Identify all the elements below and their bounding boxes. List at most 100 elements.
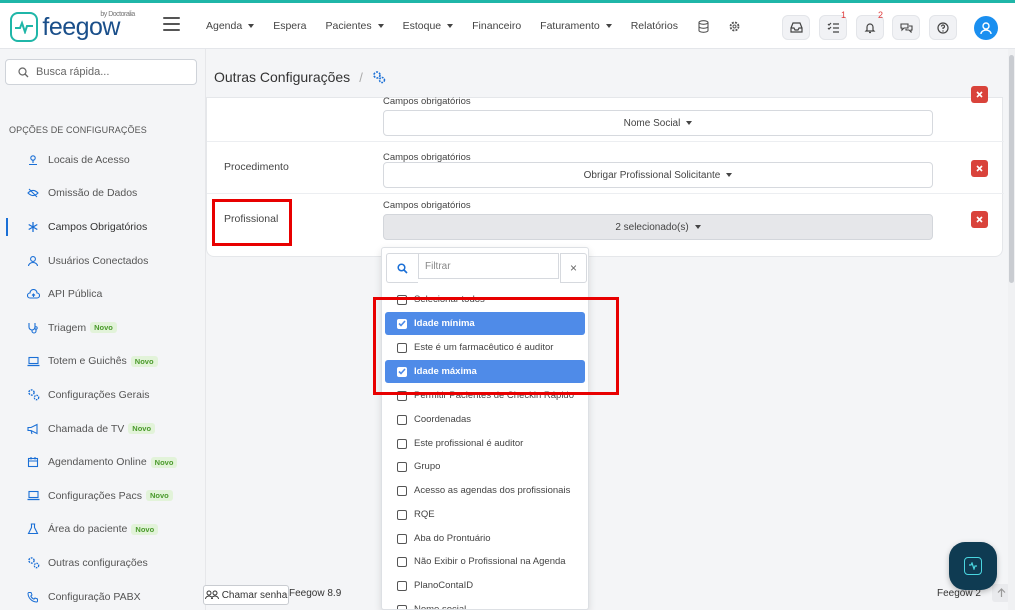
sidebar-item-api-publica[interactable]: API Pública bbox=[0, 277, 206, 311]
notifications-button[interactable]: 2 bbox=[856, 10, 884, 40]
nav-item-label: Espera bbox=[273, 20, 307, 32]
delete-button[interactable] bbox=[971, 211, 988, 228]
quick-search-input[interactable]: Busca rápida... bbox=[5, 59, 197, 85]
option-label: Este profissional é auditor bbox=[414, 438, 524, 449]
sidebar-item-chamada-de-tv[interactable]: Chamada de TV Novo bbox=[0, 412, 206, 446]
dropdown-option[interactable]: Grupo bbox=[385, 455, 585, 478]
required-fields-select-open[interactable]: 2 selecionado(s) bbox=[383, 214, 933, 240]
users-icon bbox=[204, 590, 219, 600]
dropdown-option[interactable]: Nome social bbox=[385, 598, 585, 609]
nav-item-label: Estoque bbox=[402, 20, 442, 32]
table-row: Profissional Campos obrigatórios 2 selec… bbox=[207, 194, 1004, 258]
dropdown-option[interactable]: Acesso as agendas dos profissionais bbox=[385, 479, 585, 502]
highlight-box-label bbox=[212, 199, 292, 246]
chevron-down-icon bbox=[726, 173, 733, 177]
nav-item-pacientes[interactable]: Pacientes bbox=[325, 20, 384, 32]
checkbox-icon[interactable] bbox=[397, 604, 407, 609]
brand-sub: by Doctoralia bbox=[100, 10, 135, 18]
checkbox-icon[interactable] bbox=[397, 580, 407, 591]
sidebar-item-area-do-paciente[interactable]: Área do paciente Novo bbox=[0, 513, 206, 547]
filter-input[interactable]: Filtrar bbox=[418, 253, 559, 279]
delete-button[interactable] bbox=[971, 160, 988, 177]
version-label: Feegow 8.9 bbox=[289, 588, 342, 599]
sidebar-heading: OPÇÕES DE CONFIGURAÇÕES bbox=[9, 125, 147, 135]
feegow-logo[interactable]: feegow by Doctoralia bbox=[10, 10, 135, 44]
required-fields-select[interactable]: Nome Social bbox=[383, 110, 933, 136]
checkbox-icon[interactable] bbox=[397, 461, 407, 472]
chevron-down-icon bbox=[447, 24, 454, 28]
checkbox-icon[interactable] bbox=[397, 438, 407, 449]
nav-item-label: Relatórios bbox=[630, 20, 678, 32]
required-fields-select[interactable]: Obrigar Profissional Solicitante bbox=[383, 162, 933, 188]
inbox-button[interactable] bbox=[782, 15, 810, 40]
sidebar-item-triagem[interactable]: Triagem Novo bbox=[0, 311, 206, 345]
sidebar-item-label: Outras configurações bbox=[48, 556, 148, 569]
new-badge: Novo bbox=[130, 355, 158, 367]
delete-button[interactable] bbox=[971, 86, 988, 103]
sidebar-item-label: Agendamento Online bbox=[48, 456, 147, 469]
help-button[interactable] bbox=[929, 15, 957, 40]
checkbox-icon[interactable] bbox=[397, 485, 407, 496]
new-badge: Novo bbox=[128, 423, 156, 435]
dropdown-option[interactable]: Este profissional é auditor bbox=[385, 432, 585, 455]
nav-item-faturamento[interactable]: Faturamento bbox=[540, 20, 612, 32]
option-label: Coordenadas bbox=[414, 414, 472, 425]
dropdown-option[interactable]: Coordenadas bbox=[385, 408, 585, 431]
sidebar-item-locais-de-acesso[interactable]: Locais de Acesso bbox=[0, 143, 206, 177]
field-label: Campos obrigatórios bbox=[383, 200, 471, 211]
arrow-up-icon bbox=[997, 588, 1005, 597]
dropdown-option[interactable]: Aba do Prontuário bbox=[385, 527, 585, 550]
sidebar-item-configuracao-pabx[interactable]: Configuração PABX bbox=[0, 580, 206, 610]
sidebar-item-configuracoes-gerais[interactable]: Configurações Gerais bbox=[0, 378, 206, 412]
laptop-icon bbox=[26, 354, 40, 368]
hamburger-menu-icon[interactable] bbox=[163, 17, 180, 31]
scrollbar-thumb[interactable] bbox=[1009, 55, 1014, 283]
dropdown-option[interactable]: RQE bbox=[385, 503, 585, 526]
sidebar-item-configuracoes-pacs[interactable]: Configurações Pacs Novo bbox=[0, 479, 206, 513]
chat-button[interactable] bbox=[892, 15, 920, 40]
clear-filter-button[interactable]: × bbox=[560, 253, 587, 283]
dropdown-option[interactable]: Não Exibir o Profissional na Agenda bbox=[385, 550, 585, 573]
sidebar-item-agendamento-online[interactable]: Agendamento Online Novo bbox=[0, 445, 206, 479]
checkbox-icon[interactable] bbox=[397, 509, 407, 520]
sidebar-item-label: Configurações Gerais bbox=[48, 388, 150, 401]
sidebar-item-totem-e-guiches[interactable]: Totem e Guichês Novo bbox=[0, 345, 206, 379]
dropdown-option[interactable]: PlanoContaID bbox=[385, 574, 585, 597]
sidebar-item-outras-configuracoes[interactable]: Outras configurações bbox=[0, 546, 206, 580]
checkbox-icon[interactable] bbox=[397, 533, 407, 544]
help-icon bbox=[937, 21, 949, 34]
nav-item-relatórios[interactable]: Relatórios bbox=[631, 20, 678, 32]
sidebar-item-label: Usuários Conectados bbox=[48, 254, 149, 267]
new-badge: Novo bbox=[150, 456, 178, 468]
tasks-button[interactable]: 1 bbox=[819, 10, 847, 40]
sidebar-item-label: Triagem bbox=[48, 321, 87, 334]
user-avatar[interactable] bbox=[974, 16, 998, 40]
call-ticket-button[interactable]: Chamar senha bbox=[203, 585, 289, 605]
database-icon[interactable] bbox=[697, 19, 711, 33]
nav-item-label: Pacientes bbox=[325, 20, 372, 32]
gears-icon bbox=[26, 388, 40, 402]
option-label: Grupo bbox=[414, 461, 441, 472]
call-ticket-label: Chamar senha bbox=[221, 589, 288, 601]
search-icon bbox=[18, 66, 29, 77]
sidebar-item-campos-obrigatorios[interactable]: Campos Obrigatórios bbox=[0, 210, 206, 244]
checkbox-icon[interactable] bbox=[397, 414, 407, 425]
gear-icon[interactable] bbox=[728, 19, 742, 33]
sidebar-item-label: Totem e Guichês bbox=[48, 355, 127, 368]
top-navbar: feegow by Doctoralia Agenda Espera Paciente… bbox=[0, 3, 1015, 49]
location-icon bbox=[26, 153, 40, 167]
user-icon bbox=[26, 254, 40, 268]
chevron-down-icon bbox=[605, 24, 612, 28]
support-fab[interactable] bbox=[949, 542, 997, 590]
megaphone-icon bbox=[26, 422, 40, 436]
gears-icon bbox=[373, 71, 386, 84]
checkbox-icon[interactable] bbox=[397, 556, 407, 567]
nav-item-espera[interactable]: Espera bbox=[273, 20, 306, 32]
nav-item-financeiro[interactable]: Financeiro bbox=[472, 20, 521, 32]
table-row: Procedimento Campos obrigatórios Obrigar… bbox=[207, 142, 1004, 194]
nav-item-estoque[interactable]: Estoque bbox=[403, 20, 454, 32]
sidebar-item-omissao-de-dados[interactable]: Omissão de Dados bbox=[0, 177, 206, 211]
chevron-down-icon bbox=[694, 225, 701, 229]
nav-item-agenda[interactable]: Agenda bbox=[206, 20, 255, 32]
sidebar-item-usuarios-conectados[interactable]: Usuários Conectados bbox=[0, 244, 206, 278]
